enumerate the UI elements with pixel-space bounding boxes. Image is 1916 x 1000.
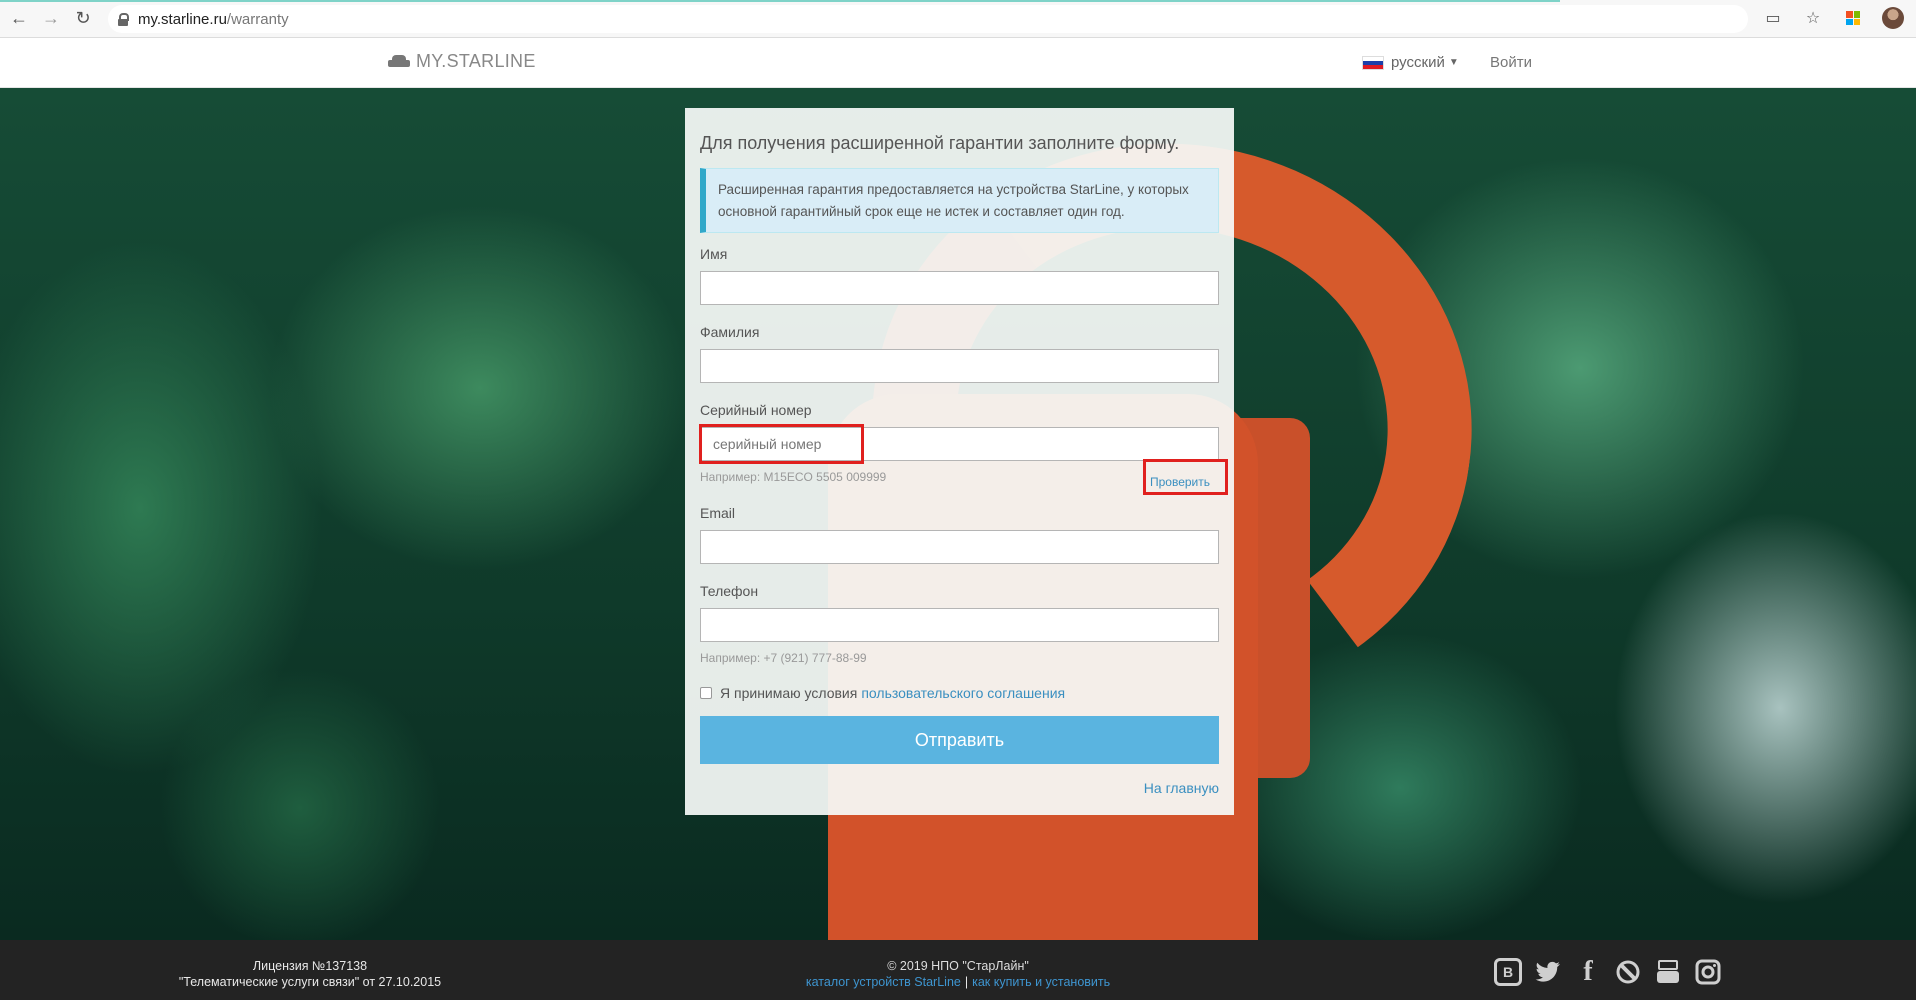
instagram-icon[interactable] [1694,958,1722,986]
livejournal-icon[interactable] [1614,958,1642,986]
phone-label: Телефон [700,583,759,599]
phone-hint: Например: +7 (921) 777-88-99 [700,651,867,665]
user-agreement-link[interactable]: пользовательского соглашения [861,685,1065,701]
ms-apps-icon[interactable] [1842,7,1864,29]
buy-link[interactable]: как купить и установить [972,975,1110,989]
social-links: B f [1494,956,1722,987]
site-footer: Лицензия №137138 "Телематические услуги … [0,940,1916,1000]
serial-input[interactable] [700,427,1219,461]
footer-separator: | [964,975,969,989]
brand-logo[interactable]: MY.STARLINE [388,51,536,72]
address-bar[interactable]: my.starline.ru/warranty [108,5,1748,33]
browser-toolbar: ← → ↻ my.starline.ru/warranty ▭ ☆ [0,0,1916,38]
car-icon [388,54,410,69]
first-name-label: Имя [700,246,728,262]
avatar[interactable] [1882,7,1904,29]
first-name-input[interactable] [700,271,1219,305]
home-link[interactable]: На главную [1144,780,1219,796]
copyright-block: © 2019 НПО "СтарЛайн" каталог устройств … [758,958,1158,990]
license-info: Лицензия №137138 "Телематические услуги … [170,958,450,990]
copyright: © 2019 НПО "СтарЛайн" [887,959,1029,973]
check-serial-link[interactable]: Проверить [1150,475,1210,489]
agree-text: Я принимаю условия [720,685,858,701]
serial-hint: Например: M15ECO 5505 009999 [700,470,887,484]
star-icon[interactable]: ☆ [1802,7,1824,29]
last-name-label: Фамилия [700,324,760,340]
submit-button[interactable]: Отправить [700,716,1219,764]
caret-down-icon: ▼ [1448,57,1459,68]
email-label: Email [700,505,736,521]
agree-checkbox[interactable] [700,687,712,699]
email-input[interactable] [700,530,1219,564]
youtube-icon[interactable] [1654,958,1682,986]
site-header: MY.STARLINE русский ▼ Войти [0,38,1916,88]
catalog-link[interactable]: каталог устройств StarLine [806,975,961,989]
license-number: Лицензия №137138 [252,959,368,973]
login-link[interactable]: Войти [1490,54,1532,71]
twitter-icon[interactable] [1534,958,1562,986]
vk-icon[interactable]: B [1494,958,1522,986]
url-host: my.starline.ru [138,10,227,28]
info-alert: Расширенная гарантия предоставляется на … [700,168,1219,233]
url-path: /warranty [226,10,289,28]
language-label: русский [1391,54,1445,71]
license-description: "Телематические услуги связи" от 27.10.2… [178,975,442,989]
page-load-progress [0,0,1560,2]
form-title: Для получения расширенной гарантии запол… [700,133,1180,153]
agree-row: Я принимаю условия пользовательского сог… [700,685,1065,701]
russia-flag-icon [1362,55,1384,70]
brand-name: MY.STARLINE [416,51,536,71]
language-selector[interactable]: русский ▼ [1362,54,1459,71]
phone-input[interactable] [700,608,1219,642]
cast-icon[interactable]: ▭ [1762,7,1784,29]
back-icon[interactable]: ← [6,6,32,32]
lock-icon [118,13,129,26]
serial-label: Серийный номер [700,402,812,418]
warranty-form: Для получения расширенной гарантии запол… [685,108,1234,815]
facebook-icon[interactable]: f [1574,956,1602,987]
last-name-input[interactable] [700,349,1219,383]
forward-icon[interactable]: → [38,6,64,32]
reload-icon[interactable]: ↻ [70,6,96,32]
